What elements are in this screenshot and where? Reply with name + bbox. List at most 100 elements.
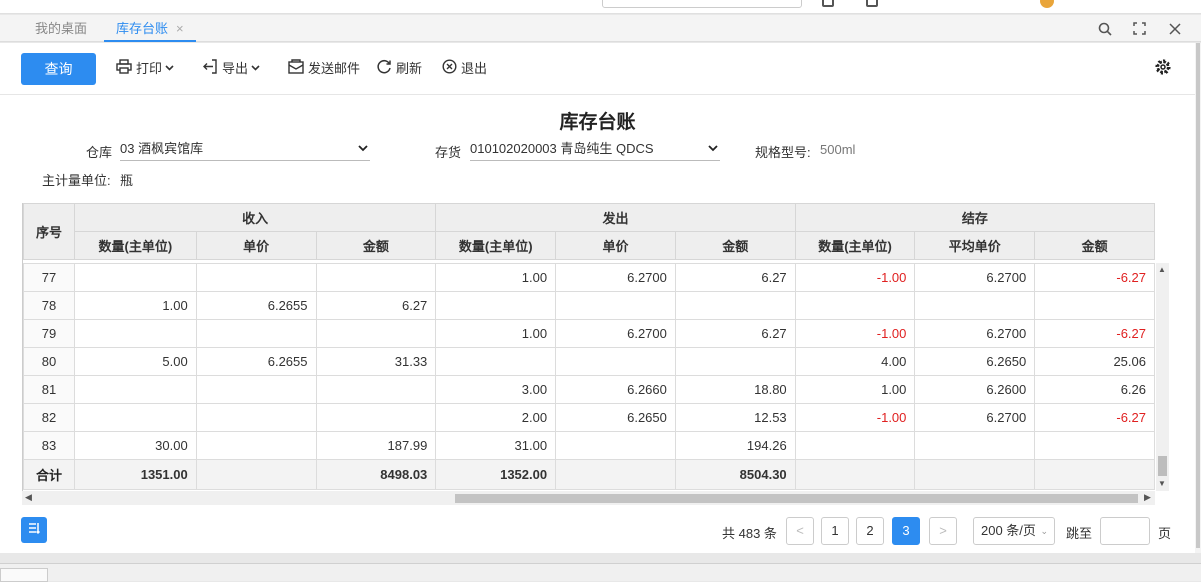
table-row[interactable]: 82 2.00 6.2650 12.53 -1.00 6.2700 -6.27: [23, 403, 1155, 432]
spec-value: 500ml: [820, 142, 856, 157]
row-seq-cell: 78: [23, 291, 75, 320]
refresh-icon: [377, 59, 392, 80]
horizontal-scrollbar[interactable]: ◀ ▶: [22, 491, 1155, 505]
table-cell: -1.00: [794, 319, 916, 348]
table-cell: 6.2700: [914, 403, 1036, 432]
jump-page-input[interactable]: [1100, 517, 1150, 545]
table-cell: [435, 291, 557, 320]
table-cell: [195, 375, 317, 404]
query-button[interactable]: 查询: [21, 53, 96, 85]
total-cell: [195, 459, 317, 490]
warehouse-select[interactable]: 03 酒枫宾馆库: [120, 139, 370, 161]
column-settings-button[interactable]: [21, 517, 47, 543]
table-cell: 6.2655: [195, 291, 317, 320]
scroll-up-arrow-icon[interactable]: ▲: [1158, 265, 1166, 274]
scroll-thumb[interactable]: [455, 494, 1138, 503]
tab-inventory-ledger[interactable]: 库存台账 ×: [104, 15, 196, 42]
table-row[interactable]: 78 1.00 6.2655 6.27: [23, 291, 1155, 320]
export-icon: [203, 58, 218, 80]
refresh-label: 刷新: [396, 61, 423, 76]
gear-icon[interactable]: [1153, 57, 1173, 83]
table-cell: 31.00: [435, 431, 557, 460]
table-cell: 30.00: [73, 431, 197, 460]
tab-my-desktop[interactable]: 我的桌面: [23, 15, 99, 42]
table-cell: -1.00: [794, 263, 916, 292]
table-cell: 6.2660: [555, 375, 676, 404]
table-cell: [315, 375, 437, 404]
fullscreen-icon[interactable]: [1122, 15, 1156, 42]
avatar[interactable]: [1040, 0, 1054, 8]
scroll-thumb[interactable]: [1158, 456, 1167, 476]
search-icon[interactable]: [1088, 15, 1122, 42]
table-cell: 6.2700: [555, 263, 676, 292]
print-button[interactable]: 打印: [116, 58, 174, 79]
page-3-button[interactable]: 3: [892, 517, 920, 545]
scroll-thumb[interactable]: [1196, 43, 1200, 548]
table-cell: [73, 263, 197, 292]
col-header: 金额: [1034, 231, 1155, 260]
table-cell: [435, 347, 557, 376]
export-label: 导出: [222, 61, 249, 76]
total-cell: 8498.03: [315, 459, 437, 490]
row-seq-cell: 80: [23, 347, 75, 376]
table-cell: -6.27: [1034, 263, 1155, 292]
table-cell: [73, 319, 197, 348]
next-page-button[interactable]: >: [929, 517, 957, 545]
exit-button[interactable]: 退出: [442, 58, 487, 80]
tab-label: 库存台账: [116, 21, 169, 36]
table-cell: -1.00: [794, 403, 916, 432]
col-header: 单价: [555, 231, 676, 260]
scroll-down-arrow-icon[interactable]: ▼: [1158, 479, 1166, 488]
table-cell: 187.99: [315, 431, 437, 460]
table-cell: 6.27: [315, 291, 437, 320]
export-button[interactable]: 导出: [203, 58, 260, 80]
table-cell: [195, 431, 317, 460]
close-icon[interactable]: [1158, 15, 1192, 42]
prev-page-button[interactable]: <: [786, 517, 814, 545]
page-scrollbar[interactable]: [1195, 43, 1201, 553]
row-seq-cell: 77: [23, 263, 75, 292]
table-cell: 6.27: [674, 319, 796, 348]
vertical-scrollbar[interactable]: ▲ ▼: [1156, 263, 1169, 491]
table-cell: [914, 431, 1036, 460]
table-row[interactable]: 83 30.00 187.99 31.00 194.26: [23, 431, 1155, 460]
global-search-box[interactable]: [602, 0, 802, 8]
warehouse-label: 仓库: [86, 145, 113, 160]
scroll-left-arrow-icon[interactable]: ◀: [25, 492, 32, 503]
header-icon[interactable]: [866, 0, 878, 7]
table-cell: -6.27: [1034, 319, 1155, 348]
table-cell: 6.2600: [914, 375, 1036, 404]
print-label: 打印: [136, 61, 163, 76]
table-cell: [1034, 291, 1155, 320]
table-cell: [555, 431, 676, 460]
table-row[interactable]: 81 3.00 6.2660 18.80 1.00 6.2600 6.26: [23, 375, 1155, 404]
total-label-cell: 合计: [23, 459, 75, 490]
table-cell: 1.00: [73, 291, 197, 320]
total-cell: [794, 459, 916, 490]
col-header: 数量(主单位): [73, 231, 197, 260]
total-cell: [1034, 459, 1155, 490]
col-header: 金额: [315, 231, 437, 260]
inventory-select[interactable]: 010102020003 青岛纯生 QDCS: [470, 139, 720, 161]
close-icon[interactable]: ×: [176, 21, 184, 36]
table-row[interactable]: 79 1.00 6.2700 6.27 -1.00 6.2700 -6.27: [23, 319, 1155, 348]
inventory-label: 存货: [435, 145, 462, 160]
status-bar: [0, 563, 1201, 582]
table-cell: [195, 263, 317, 292]
total-cell: 1351.00: [73, 459, 197, 490]
row-seq-cell: 82: [23, 403, 75, 432]
exit-circle-icon: [442, 58, 457, 80]
page-2-button[interactable]: 2: [856, 517, 884, 545]
page-1-button[interactable]: 1: [821, 517, 849, 545]
page-size-select[interactable]: 200 条/页 ⌄: [973, 517, 1055, 545]
table-row[interactable]: 77 1.00 6.2700 6.27 -1.00 6.2700 -6.27: [23, 263, 1155, 292]
chevron-down-icon: [358, 139, 368, 159]
refresh-button[interactable]: 刷新: [377, 59, 422, 79]
tab-bar: 我的桌面 库存台账 ×: [0, 15, 1201, 42]
send-mail-button[interactable]: 发送邮件: [288, 58, 360, 79]
scroll-right-arrow-icon[interactable]: ▶: [1144, 492, 1151, 503]
table-cell: 194.26: [674, 431, 796, 460]
table-row[interactable]: 80 5.00 6.2655 31.33 4.00 6.2650 25.06: [23, 347, 1155, 376]
header-icon[interactable]: [822, 0, 834, 7]
total-cell: 1352.00: [435, 459, 557, 490]
